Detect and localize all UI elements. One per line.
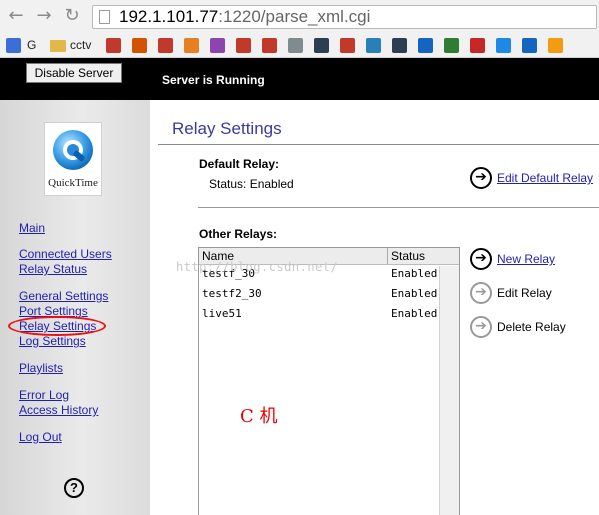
bookmark-icon[interactable] <box>210 38 225 53</box>
server-status: Server is Running <box>162 73 265 87</box>
page-title: Relay Settings <box>172 119 282 138</box>
bookmark-icon[interactable] <box>106 38 121 53</box>
reload-icon[interactable]: ↻ <box>62 6 82 26</box>
bookmark-icon[interactable] <box>184 38 199 53</box>
bookmark-icon[interactable] <box>288 38 303 53</box>
relay-status: Enabled <box>391 307 438 320</box>
logo-text: QuickTime <box>48 177 98 189</box>
default-relay-heading: Default Relay: <box>199 157 280 171</box>
google-icon[interactable] <box>6 38 21 53</box>
other-relays-heading: Other Relays: <box>199 227 278 241</box>
forward-icon[interactable]: → <box>34 6 54 26</box>
nav-log-out[interactable]: Log Out <box>19 430 62 444</box>
new-relay-link[interactable]: New Relay <box>497 252 555 266</box>
selected-highlight <box>8 316 106 336</box>
nav-error-log[interactable]: Error Log <box>19 388 69 402</box>
arrow-right-icon[interactable]: ➔ <box>470 248 492 270</box>
arrow-right-icon[interactable]: ➔ <box>470 167 492 189</box>
nav-general-settings[interactable]: General Settings <box>19 289 108 303</box>
arrow-right-icon[interactable]: ➔ <box>470 316 492 338</box>
quicktime-icon <box>53 130 93 170</box>
watermark: http://blog.csdn.net/ <box>176 260 339 274</box>
relay-status: Enabled <box>391 287 438 300</box>
nav-main[interactable]: Main <box>19 221 45 235</box>
bookmark-icon[interactable] <box>340 38 355 53</box>
arrow-right-icon[interactable]: ➔ <box>470 282 492 304</box>
edit-default-relay-link[interactable]: Edit Default Relay <box>497 171 593 185</box>
nav-log-settings[interactable]: Log Settings <box>19 334 86 348</box>
nav-relay-status[interactable]: Relay Status <box>19 262 87 276</box>
help-icon[interactable]: ? <box>64 478 84 498</box>
quicktime-logo: QuickTime <box>44 122 102 196</box>
address-bar[interactable]: 192.1.101.77:1220/parse_xml.cgi <box>92 5 597 29</box>
default-relay-status: Status: Enabled <box>209 177 294 191</box>
back-icon[interactable]: ← <box>6 6 26 26</box>
relay-status: Enabled <box>391 267 438 280</box>
nav-connected-users[interactable]: Connected Users <box>19 247 112 261</box>
table-row[interactable]: testf2_30 Enabled <box>199 284 459 304</box>
bookmark-label-cctv[interactable]: cctv <box>70 38 91 52</box>
list-scrollbar[interactable] <box>439 266 459 515</box>
browser-toolbar: ← → ↻ 192.1.101.77:1220/parse_xml.cgi <box>0 0 599 34</box>
bookmark-icon[interactable] <box>496 38 511 53</box>
relay-name: live51 <box>202 307 242 320</box>
bookmarks-bar: G cctv <box>0 34 599 58</box>
annotation-label: C 机 <box>240 406 278 427</box>
bookmark-icon[interactable] <box>470 38 485 53</box>
bookmark-icon[interactable] <box>522 38 537 53</box>
delete-relay-button[interactable]: Delete Relay <box>497 320 566 334</box>
bookmark-icon[interactable] <box>132 38 147 53</box>
bookmark-icon[interactable] <box>418 38 433 53</box>
relay-list[interactable]: Name Status testf_30 Enabled testf2_30 E… <box>198 247 460 515</box>
nav-playlists[interactable]: Playlists <box>19 361 63 375</box>
bookmark-icon[interactable] <box>548 38 563 53</box>
bookmark-icon[interactable] <box>392 38 407 53</box>
bookmark-icon[interactable] <box>158 38 173 53</box>
table-row[interactable]: live51 Enabled <box>199 304 459 324</box>
disable-server-button[interactable]: Disable Server <box>26 63 122 83</box>
title-divider <box>158 144 599 145</box>
bookmark-icon[interactable] <box>314 38 329 53</box>
url-text: 192.1.101.77:1220/parse_xml.cgi <box>119 7 371 26</box>
bookmark-icon[interactable] <box>366 38 381 53</box>
bookmark-label-g[interactable]: G <box>27 38 36 52</box>
folder-icon[interactable] <box>50 40 66 52</box>
bookmark-icon[interactable] <box>236 38 251 53</box>
section-divider <box>198 207 599 208</box>
nav-access-history[interactable]: Access History <box>19 403 98 417</box>
relay-name: testf2_30 <box>202 287 262 300</box>
server-bar: Disable Server Server is Running <box>0 58 599 100</box>
bookmark-icon[interactable] <box>444 38 459 53</box>
edit-relay-button[interactable]: Edit Relay <box>497 286 552 300</box>
column-status[interactable]: Status <box>391 249 425 263</box>
bookmark-icon[interactable] <box>262 38 277 53</box>
page-icon <box>99 10 110 24</box>
